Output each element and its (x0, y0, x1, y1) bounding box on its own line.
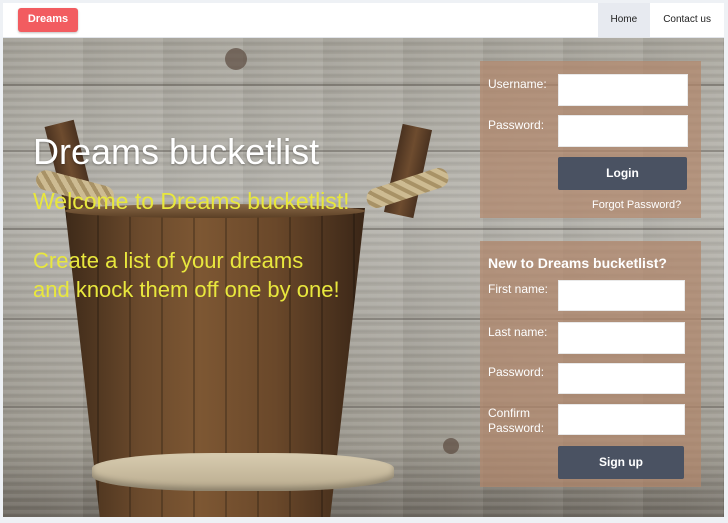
confirm-password-label-line: Password: (488, 421, 545, 435)
last-name-label: Last name: (488, 325, 548, 339)
signup-title: New to Dreams bucketlist? (488, 255, 667, 271)
password-label: Password: (488, 118, 545, 132)
hero-subtitle: Welcome to Dreams bucketlist! (33, 188, 350, 214)
nav-links: Home Contact us (597, 3, 725, 37)
signup-password-input[interactable] (558, 363, 685, 394)
bucket-image (25, 118, 485, 517)
nav-home-link[interactable]: Home (597, 3, 651, 37)
wood-knot (225, 48, 247, 70)
hero-section: Dreams bucketlist Welcome to Dreams buck… (3, 38, 724, 517)
signup-button[interactable]: Sign up (558, 446, 684, 479)
confirm-password-label: Confirm Password: (488, 406, 544, 436)
signup-panel: New to Dreams bucketlist? First name: La… (480, 241, 701, 487)
hero-title: Dreams bucketlist (33, 131, 320, 172)
hero-tagline: Create a list of your dreams and knock t… (33, 246, 363, 304)
login-panel: Username: Password: Login Forgot Passwor… (480, 61, 701, 218)
signup-password-label: Password: (488, 365, 545, 379)
confirm-password-label-line: Confirm (488, 406, 531, 420)
last-name-input[interactable] (558, 322, 685, 354)
brand-button[interactable]: Dreams (18, 8, 78, 32)
hero-tagline-line: Create a list of your dreams (33, 248, 304, 273)
hero-tagline-line: and knock them off one by one! (33, 277, 340, 302)
password-input[interactable] (558, 115, 688, 147)
username-label: Username: (488, 77, 547, 91)
bucket-band (92, 453, 394, 491)
username-input[interactable] (558, 74, 688, 106)
nav-contact-link[interactable]: Contact us (650, 3, 724, 37)
first-name-label: First name: (488, 282, 549, 296)
first-name-input[interactable] (558, 280, 685, 311)
forgot-password-link[interactable]: Forgot Password? (592, 199, 681, 211)
login-button[interactable]: Login (558, 157, 687, 190)
confirm-password-input[interactable] (558, 404, 685, 435)
top-navbar: Dreams Home Contact us (3, 3, 724, 38)
